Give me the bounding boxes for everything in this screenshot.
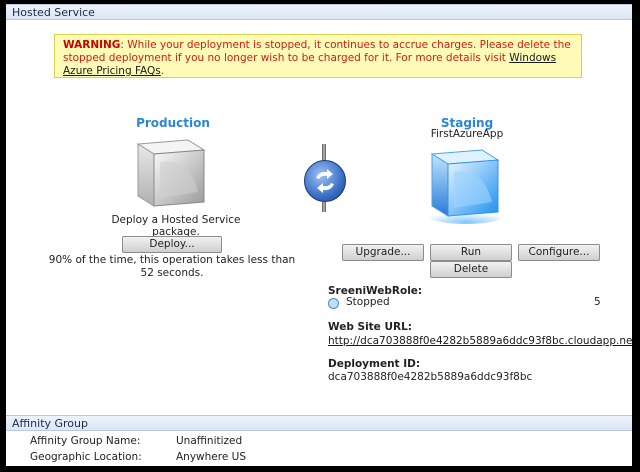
affinity-group-header: Affinity Group [6,415,632,431]
production-description: Deploy a Hosted Service package. [111,214,241,238]
configure-button[interactable]: Configure... [518,244,600,261]
role-instance-count: 5 [594,296,601,308]
delete-button[interactable]: Delete [430,261,512,278]
role-status: Stopped [346,296,390,308]
gray-cube-icon [136,139,206,207]
geo-location-label: Geographic Location: [30,451,142,463]
run-button[interactable]: Run [430,244,512,261]
warning-prefix: WARNING [63,39,121,51]
website-url-link[interactable]: http://dca703888f0e4282b5889a6ddc93f8bc.… [328,335,632,347]
affinity-name-value: Unaffinitized [176,435,243,447]
hosted-service-panel: Hosted Service WARNING: While your deplo… [6,4,632,466]
status-icon [328,298,339,309]
hosted-service-header: Hosted Service [6,4,632,20]
url-label: Web Site URL: [328,321,412,333]
affinity-name-label: Affinity Group Name: [30,435,141,447]
warning-text: : While your deployment is stopped, it c… [63,39,571,64]
swap-arrows-icon[interactable] [304,160,346,202]
production-title: Production [136,116,210,130]
warning-box: WARNING: While your deployment is stoppe… [54,34,582,78]
staging-app-name: FirstAzureApp [430,128,504,140]
deploy-button[interactable]: Deploy... [122,236,222,253]
deploy-time-note: 90% of the time, this operation takes le… [48,254,296,279]
deployment-id-value: dca703888f0e4282b5889a6ddc93f8bc [328,371,533,383]
blue-cube-icon [428,149,504,224]
geo-location-value: Anywhere US [176,451,246,463]
deployment-id-label: Deployment ID: [328,358,421,370]
upgrade-button[interactable]: Upgrade... [342,244,424,261]
